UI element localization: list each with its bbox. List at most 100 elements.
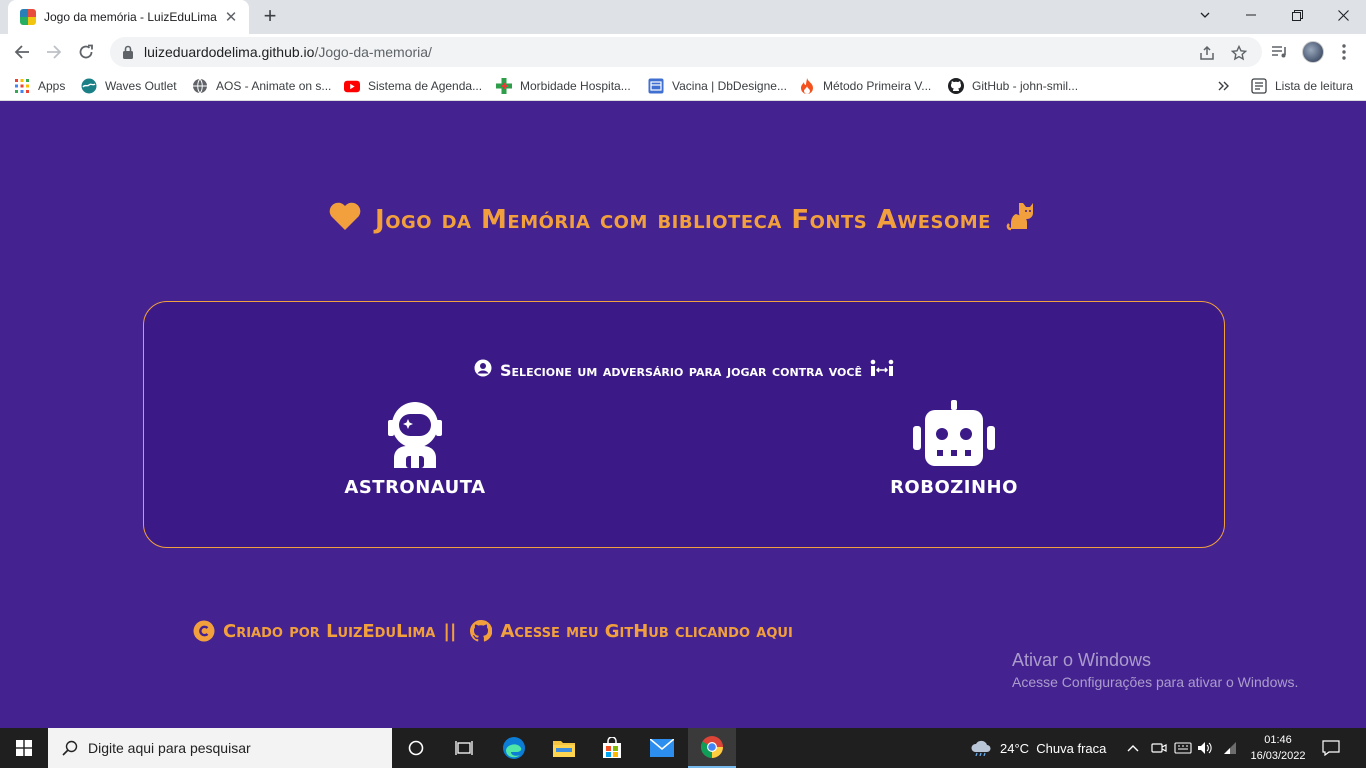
bookmark-label: AOS - Animate on s... [216, 79, 332, 93]
menu-kebab-icon[interactable] [1334, 42, 1354, 62]
url-path: /Jogo-da-memoria/ [314, 44, 432, 60]
minimize-window-icon[interactable] [1228, 0, 1274, 30]
browser-toolbar: luizeduardodelima.github.io/Jogo-da-memo… [0, 34, 1366, 70]
robot-icon [911, 400, 997, 472]
taskbar-search-box[interactable]: Digite aqui para pesquisar [48, 728, 392, 768]
watermark-subtitle: Acesse Configurações para ativar o Windo… [1012, 674, 1299, 690]
bookmark-label: Apps [38, 79, 66, 93]
bookmark-metodo-primeira[interactable]: Método Primeira V... [799, 76, 931, 96]
cat-icon [1005, 200, 1037, 239]
chrome-taskbar-icon[interactable] [688, 728, 736, 768]
forward-arrow-icon[interactable] [40, 38, 68, 66]
search-placeholder: Digite aqui para pesquisar [88, 740, 251, 756]
show-hidden-icons-chevron-icon[interactable] [1127, 728, 1139, 768]
opponent-selection-panel: Selecione um adversário para jogar contr… [143, 301, 1225, 548]
media-controls-icon[interactable] [1270, 42, 1290, 62]
reading-list-button[interactable]: Lista de leitura [1251, 76, 1353, 96]
search-icon [62, 740, 78, 756]
bookmark-vacina-dbdesigner[interactable]: Vacina | DbDesigne... [648, 76, 787, 96]
bookmark-waves-outlet[interactable]: Waves Outlet [81, 76, 177, 96]
dbdesigner-icon [648, 78, 664, 94]
reload-icon[interactable] [72, 38, 100, 66]
github-icon [470, 620, 493, 642]
opponent-robot-label: ROBOZINHO [890, 477, 1018, 498]
clock-date: 16/03/2022 [1250, 750, 1306, 762]
clock-time: 01:46 [1264, 734, 1292, 746]
new-tab-button[interactable]: + [258, 5, 282, 28]
apps-grid-icon [14, 78, 30, 94]
page-footer: Criado por LuizEduLima || Acesse meu Git… [193, 620, 793, 642]
address-bar[interactable]: luizeduardodelima.github.io/Jogo-da-memo… [110, 37, 1262, 67]
mail-icon[interactable] [638, 728, 686, 768]
opponent-robot-button[interactable]: ROBOZINHO [864, 400, 1044, 498]
lock-icon [120, 44, 136, 60]
cortana-circle-icon[interactable] [392, 728, 440, 768]
panel-subtitle: Selecione um adversário para jogar contr… [144, 359, 1224, 381]
tab-search-chevron-icon[interactable] [1182, 0, 1228, 30]
task-view-icon[interactable] [440, 728, 488, 768]
youtube-icon [344, 78, 360, 94]
volume-icon[interactable] [1197, 728, 1213, 768]
flame-icon [799, 78, 815, 94]
bookmark-github[interactable]: GitHub - john-smil... [948, 76, 1078, 96]
bookmark-label: Waves Outlet [105, 79, 177, 93]
globe-icon [192, 78, 208, 94]
browser-tab-strip: Jogo da memória - LuizEduLima ✕ + [0, 0, 1366, 34]
page-title-text: Jogo da Memória com biblioteca Fonts Awe… [375, 204, 991, 235]
panel-subtitle-text: Selecione um adversário para jogar contr… [500, 360, 862, 380]
cloud-rain-icon [970, 740, 992, 756]
bookmark-apps[interactable]: Apps [14, 76, 65, 96]
bookmark-label: Método Primeira V... [823, 79, 932, 93]
share-icon[interactable] [1198, 44, 1216, 62]
page-content: Jogo da Memória com biblioteca Fonts Awe… [0, 102, 1366, 728]
watermark-title: Ativar o Windows [1012, 650, 1152, 670]
reading-list-icon [1251, 78, 1267, 94]
keyboard-language-icon[interactable] [1174, 728, 1192, 768]
bookmarks-overflow-chevron-icon[interactable] [1218, 76, 1230, 96]
bookmark-morbidade[interactable]: Morbidade Hospita... [496, 76, 631, 96]
weather-text: 24°C Chuva fraca [1000, 740, 1107, 756]
github-icon [948, 78, 964, 94]
footer-created-by: Criado por LuizEduLima [223, 620, 436, 642]
file-explorer-icon[interactable] [540, 728, 588, 768]
reading-list-label: Lista de leitura [1275, 79, 1354, 93]
astronaut-icon [386, 402, 444, 472]
user-circle-icon [474, 359, 492, 381]
windows-taskbar: Digite aqui para pesquisar 24°C Chuva fr… [0, 728, 1366, 768]
footer-github-link-text: Acesse meu GitHub clicando aqui [500, 620, 793, 642]
bookmark-sistema-agenda[interactable]: Sistema de Agenda... [344, 76, 482, 96]
site-favicon-icon [20, 9, 36, 25]
edge-browser-icon[interactable] [490, 728, 538, 768]
restore-window-icon[interactable] [1274, 0, 1320, 30]
microsoft-store-icon[interactable] [588, 728, 636, 768]
bookmark-label: Sistema de Agenda... [368, 79, 483, 93]
opponent-astronaut-label: ASTRONAUTA [344, 477, 486, 498]
waves-icon [81, 78, 97, 94]
browser-tab[interactable]: Jogo da memória - LuizEduLima ✕ [8, 0, 249, 34]
heart-icon [329, 202, 361, 237]
notification-center-icon[interactable] [1322, 728, 1340, 768]
network-icon[interactable] [1222, 728, 1238, 768]
bookmark-label: Vacina | DbDesigne... [672, 79, 787, 93]
health-cross-icon [496, 78, 512, 94]
windows-activation-watermark: Ativar o Windows Acesse Configurações pa… [1012, 650, 1298, 690]
bookmarks-bar: Apps Waves Outlet AOS - Animate on s... … [0, 70, 1366, 101]
bookmark-aos[interactable]: AOS - Animate on s... [192, 76, 331, 96]
profile-avatar-icon[interactable] [1302, 41, 1324, 63]
close-tab-icon[interactable]: ✕ [221, 8, 241, 26]
footer-separator: || [443, 620, 457, 642]
close-window-icon[interactable] [1320, 0, 1366, 30]
url-host: luizeduardodelima.github.io [144, 44, 315, 60]
opponent-astronaut-button[interactable]: ASTRONAUTA [325, 400, 505, 498]
bookmark-star-icon[interactable] [1230, 44, 1248, 62]
windows-start-icon[interactable] [0, 728, 48, 768]
meet-now-icon[interactable] [1151, 728, 1167, 768]
footer-github-link[interactable]: Acesse meu GitHub clicando aqui [470, 620, 793, 642]
bookmark-label: GitHub - john-smil... [972, 79, 1079, 93]
people-arrows-icon [870, 359, 894, 381]
back-arrow-icon[interactable] [8, 38, 36, 66]
weather-widget[interactable]: 24°C Chuva fraca [970, 728, 1106, 768]
taskbar-clock[interactable]: 01:46 16/03/2022 [1246, 732, 1310, 764]
bookmark-label: Morbidade Hospita... [520, 79, 631, 93]
tab-title: Jogo da memória - LuizEduLima [44, 10, 217, 24]
